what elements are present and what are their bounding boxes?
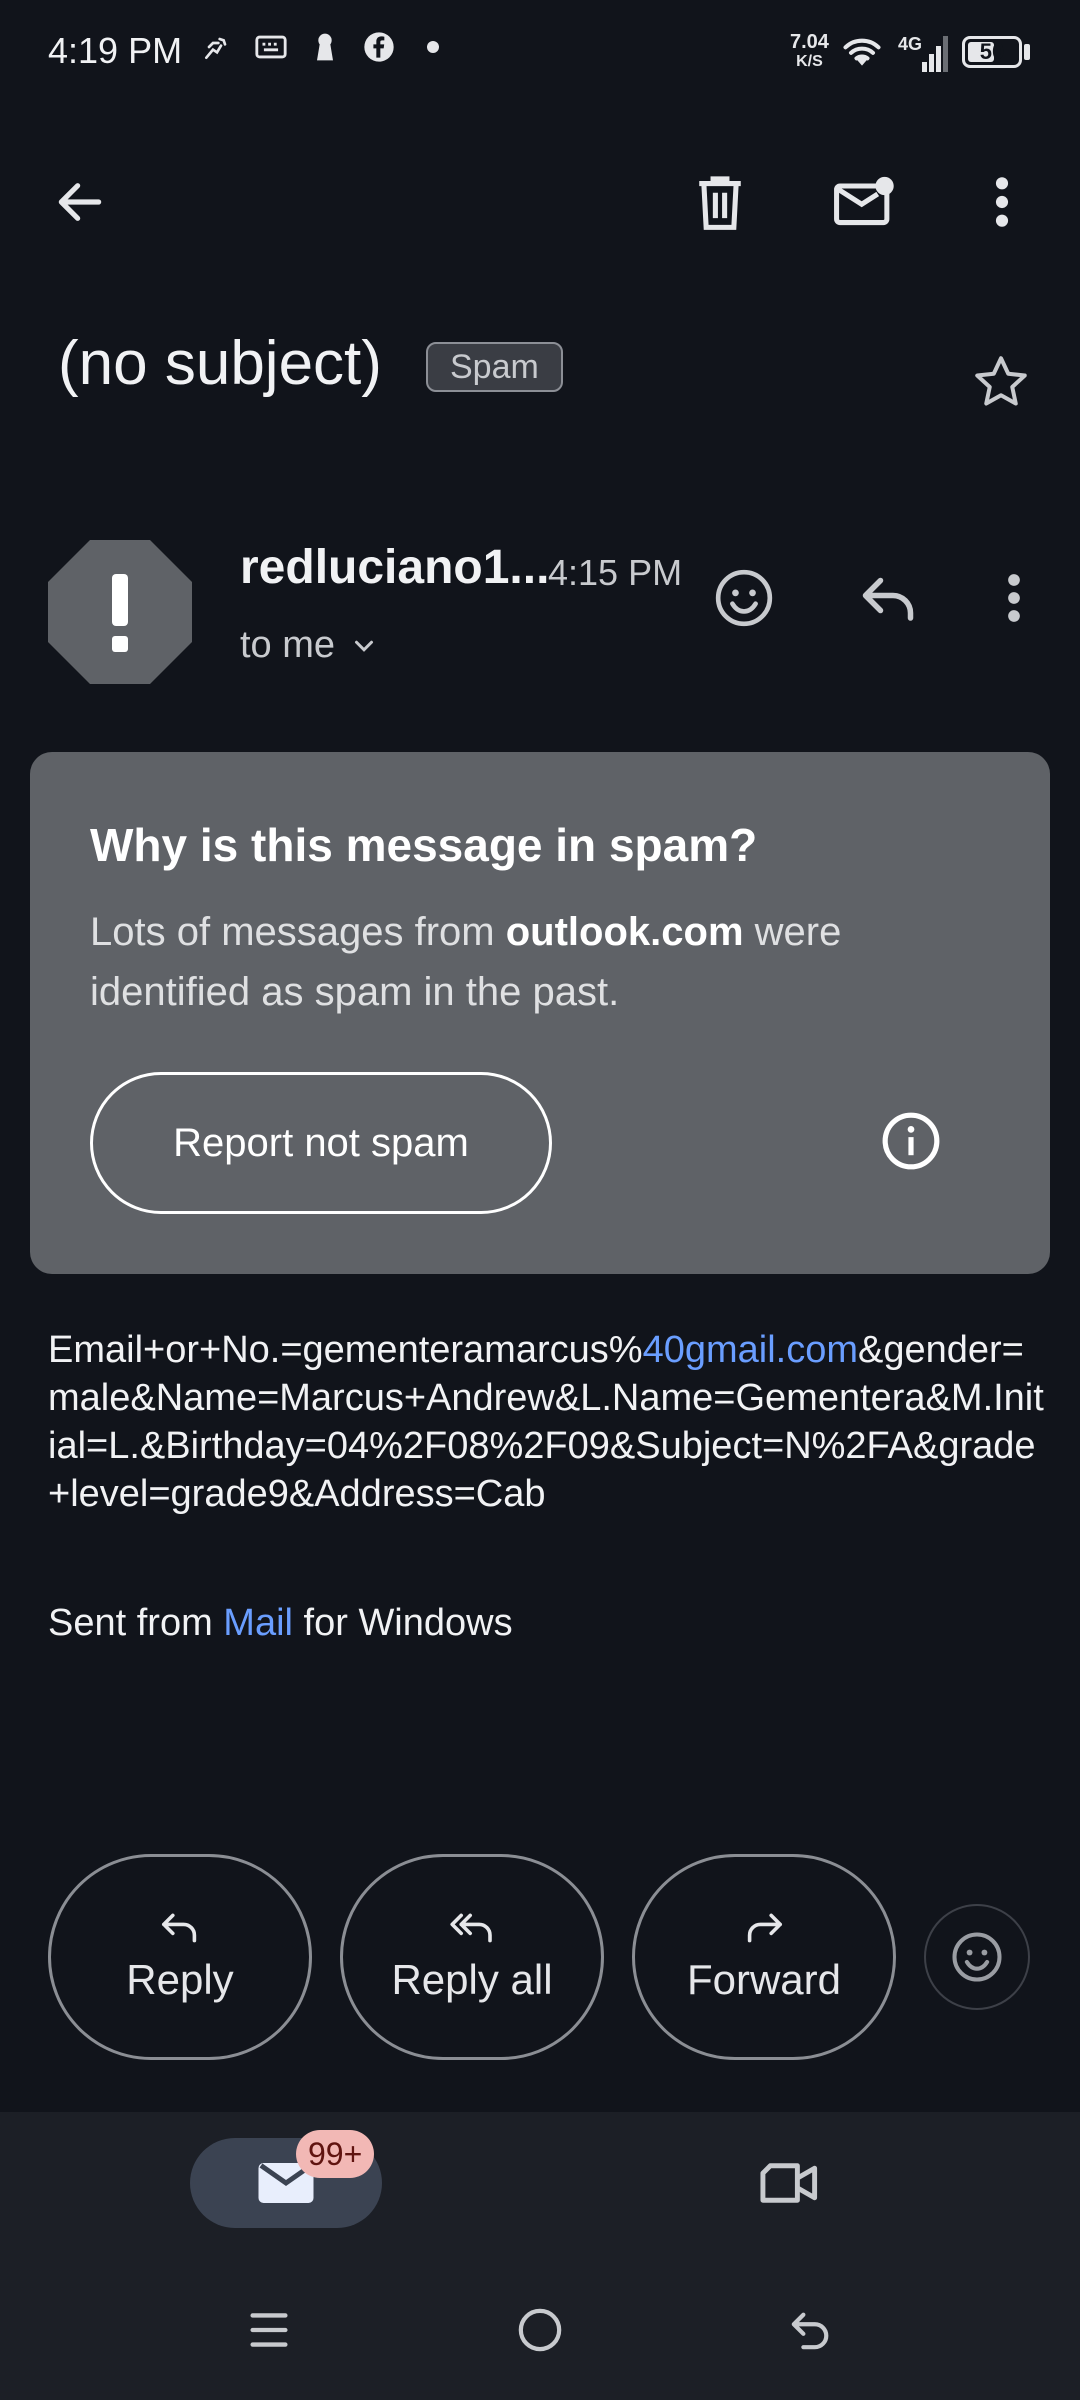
reply-all-icon bbox=[450, 1913, 492, 1943]
battery-icon: 50 bbox=[962, 36, 1022, 68]
spam-card-body: Lots of messages from outlook.com were i… bbox=[90, 910, 842, 1014]
message-more-button[interactable] bbox=[974, 558, 1054, 638]
recipient-label: to me bbox=[240, 624, 336, 666]
info-button[interactable] bbox=[880, 1110, 942, 1177]
battery-level: 50 bbox=[979, 39, 1005, 64]
delete-button[interactable] bbox=[680, 162, 760, 242]
reply-icon bbox=[862, 577, 914, 621]
reply-label: Reply bbox=[126, 1956, 234, 2003]
trash-icon bbox=[699, 176, 741, 230]
forward-button[interactable]: Forward bbox=[632, 1854, 896, 2060]
unread-count-badge: 99+ bbox=[296, 2130, 375, 2178]
emoji-icon bbox=[952, 1932, 1002, 1982]
network-type: 4G bbox=[898, 34, 922, 54]
react-button[interactable] bbox=[924, 1904, 1030, 2010]
menu-icon bbox=[250, 2313, 288, 2347]
warning-octagon-icon bbox=[48, 540, 192, 684]
chevron-down-icon bbox=[355, 640, 374, 652]
more-options-button[interactable] bbox=[962, 162, 1042, 242]
signal-icon: 4G bbox=[898, 30, 954, 79]
wifi-icon bbox=[840, 32, 884, 75]
sender-name[interactable]: redluciano1... bbox=[240, 540, 549, 595]
keyboard-icon bbox=[254, 30, 288, 64]
email-signature: Sent from Mail for Windows bbox=[48, 1602, 513, 1644]
email-subject: (no subject) bbox=[58, 329, 382, 398]
status-time: 4:19 PM bbox=[48, 30, 183, 71]
mail-app-link[interactable]: Mail bbox=[223, 1602, 293, 1644]
star-button[interactable] bbox=[970, 352, 1032, 417]
spam-domain: outlook.com bbox=[505, 910, 744, 954]
battery-tip bbox=[1024, 44, 1030, 60]
arrow-back-icon bbox=[58, 183, 102, 221]
back-arrow-icon bbox=[791, 2312, 829, 2350]
home-circle-icon bbox=[518, 2308, 562, 2352]
facebook-icon bbox=[362, 30, 396, 64]
sender-avatar[interactable] bbox=[48, 540, 192, 684]
back-button[interactable] bbox=[40, 162, 120, 242]
add-reaction-button[interactable] bbox=[704, 558, 784, 638]
network-speed: 7.04 K/S bbox=[790, 31, 829, 70]
email-time: 4:15 PM bbox=[548, 552, 683, 593]
spam-label-chip[interactable]: Spam bbox=[426, 342, 563, 392]
mark-unread-button[interactable] bbox=[824, 162, 904, 242]
forward-label: Forward bbox=[686, 1956, 842, 2003]
spam-card-title: Why is this message in spam? bbox=[90, 819, 758, 871]
recipient-details-toggle[interactable]: to me bbox=[240, 624, 379, 667]
reply-button[interactable]: Reply bbox=[48, 1854, 312, 2060]
report-not-spam-button[interactable]: Report not spam bbox=[90, 1072, 552, 1214]
email-link[interactable]: 40gmail.com bbox=[643, 1329, 858, 1371]
back-nav-button[interactable] bbox=[766, 2290, 856, 2370]
dot-icon bbox=[416, 30, 450, 64]
star-icon bbox=[975, 356, 1027, 406]
reply-button-header[interactable] bbox=[848, 558, 928, 638]
more-vert-icon bbox=[1008, 574, 1020, 622]
mail-unread-icon bbox=[834, 176, 894, 226]
info-icon bbox=[882, 1112, 940, 1170]
reply-all-button[interactable]: Reply all bbox=[340, 1854, 604, 2060]
reply-all-label: Reply all bbox=[391, 1956, 553, 2003]
meet-tab[interactable] bbox=[740, 2138, 840, 2228]
reply-icon bbox=[162, 1913, 197, 1943]
emoji-icon bbox=[715, 569, 773, 627]
forward-icon bbox=[747, 1913, 782, 1943]
recent-apps-button[interactable] bbox=[224, 2290, 314, 2370]
activity-icon bbox=[200, 30, 234, 64]
notification-icons bbox=[200, 30, 450, 64]
more-vert-icon bbox=[995, 177, 1009, 227]
video-camera-icon bbox=[760, 2163, 818, 2203]
keyhole-icon bbox=[308, 30, 342, 64]
email-body: Email+or+No.=gementeramarcus%40gmail.com… bbox=[48, 1329, 1044, 1515]
home-button[interactable] bbox=[495, 2290, 585, 2370]
